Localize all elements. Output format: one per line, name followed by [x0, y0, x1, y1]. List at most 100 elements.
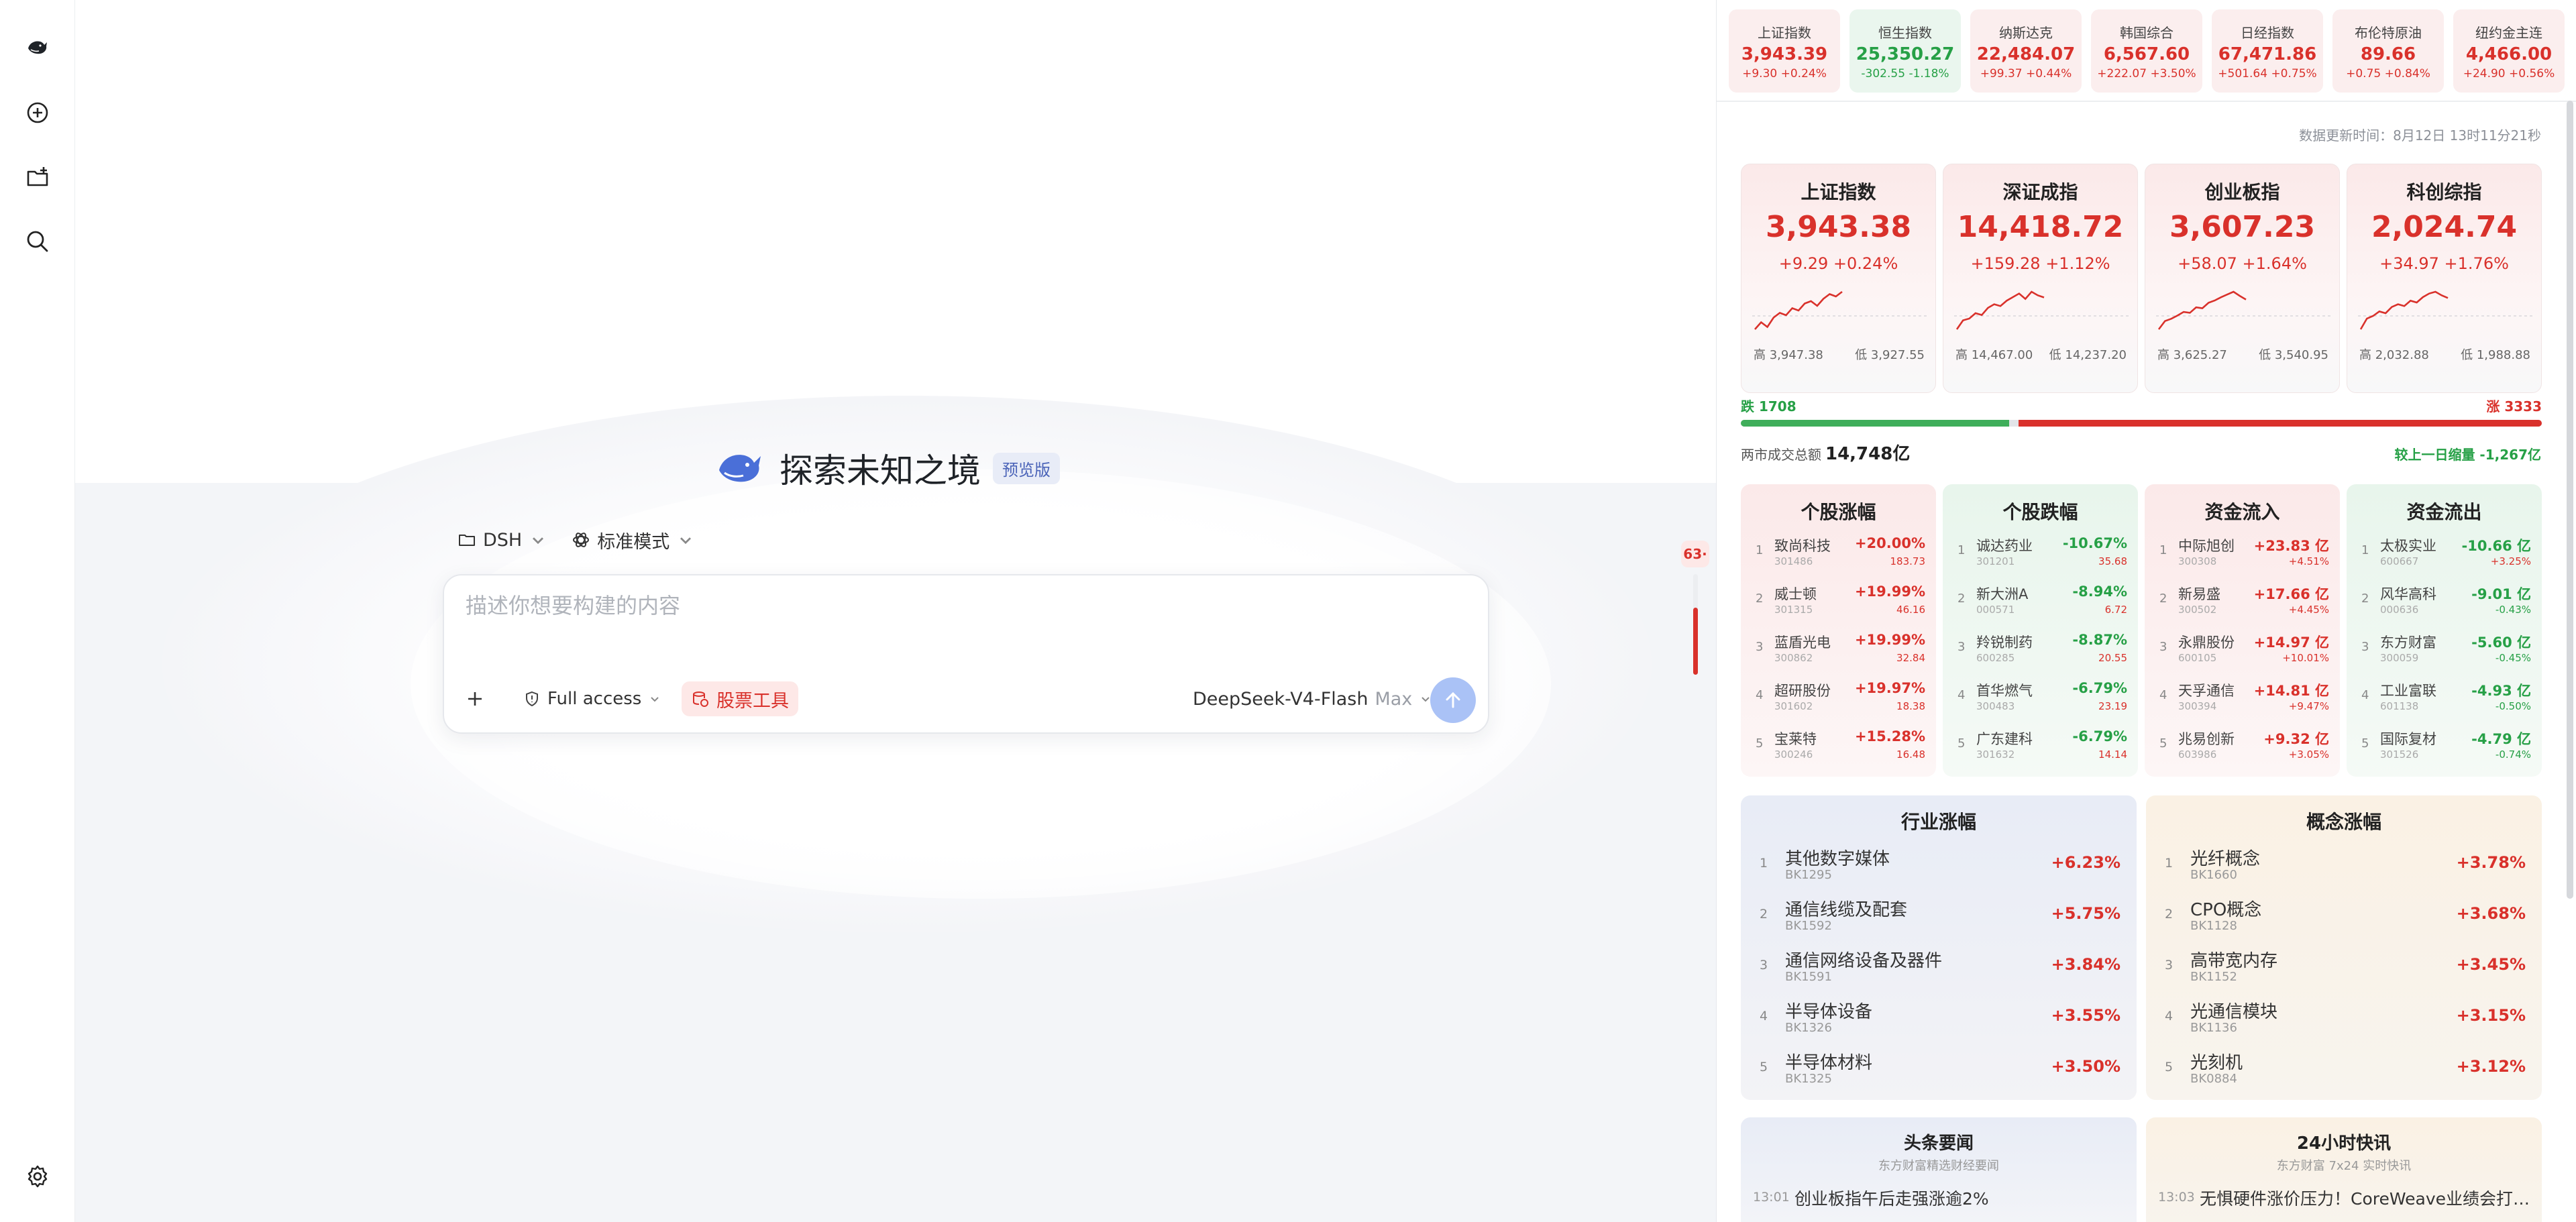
stock-row[interactable]: 5 兆易创新 603986 +9.32 亿 +3.05%: [2145, 720, 2340, 769]
sector-name: 半导体材料: [1785, 1053, 1873, 1073]
stock-secondary-value: 46.16: [1896, 604, 1925, 616]
stock-secondary-value: +4.45%: [2288, 604, 2329, 616]
index-card[interactable]: 创业板指 3,607.23 +58.07 +1.64% 高 3,625.27 低 3,5…: [2145, 164, 2340, 393]
sector-row[interactable]: 3 高带宽内存 BK1152 +3.45%: [2146, 940, 2542, 991]
sector-row[interactable]: 5 半导体材料 BK1325 +3.50%: [1741, 1042, 2137, 1093]
chevron-down-icon: [533, 537, 544, 545]
ticker-change-abs: +222.07: [2097, 66, 2147, 80]
sector-row[interactable]: 2 CPO概念 BK1128 +3.68%: [2146, 889, 2542, 940]
prompt-input[interactable]: [466, 593, 1405, 618]
stock-code: 301526: [2380, 748, 2419, 761]
access-label: Full access: [547, 689, 642, 709]
stock-name: 超研股份: [1774, 683, 1831, 699]
stock-row[interactable]: 1 中际旭创 300308 +23.83 亿 +4.51%: [2145, 527, 2340, 575]
ticker-change: -302.55 -1.18%: [1861, 67, 1949, 80]
sector-card: 行业涨幅 1 其他数字媒体 BK1295 +6.23% 2 通信线缆及配套 BK1592 +5.…: [1741, 795, 2137, 1100]
stock-row[interactable]: 4 天孚通信 300394 +14.81 亿 +9.47%: [2145, 672, 2340, 720]
stock-code: 603986: [2178, 748, 2217, 761]
index-card[interactable]: 上证指数 3,943.38 +9.29 +0.24% 高 3,947.38 低 3,92…: [1741, 164, 1936, 393]
stock-tool-label: 股票工具: [716, 690, 789, 712]
stock-secondary-value: +3.25%: [2490, 555, 2531, 567]
sector-row[interactable]: 1 光纤概念 BK1660 +3.78%: [2146, 838, 2542, 889]
stock-row[interactable]: 5 宝莱特 300246 +15.28% 16.48: [1741, 720, 1936, 769]
sector-row[interactable]: 3 通信网络设备及器件 BK1591 +3.84%: [1741, 940, 2137, 991]
access-selector[interactable]: Full access: [523, 683, 661, 715]
stock-row[interactable]: 1 太极实业 600667 -10.66 亿 +3.25%: [2347, 527, 2542, 575]
index-cards: 上证指数 3,943.38 +9.29 +0.24% 高 3,947.38 低 3,92…: [1741, 164, 2542, 393]
stock-row[interactable]: 3 蓝盾光电 300862 +19.99% 32.84: [1741, 624, 1936, 672]
news-headline[interactable]: 创业板指午后走强涨逾2%: [1794, 1186, 2137, 1210]
ticker-card[interactable]: 纳斯达克 22,484.07 +99.37 +0.44%: [1970, 9, 2082, 93]
stock-code: 300862: [1774, 652, 1813, 664]
index-change: +58.07 +1.64%: [2145, 254, 2339, 273]
index-change-pct: +0.24%: [1833, 254, 1898, 273]
project-selector[interactable]: DSH: [458, 530, 547, 551]
ticker-card[interactable]: 上证指数 3,943.39 +9.30 +0.24%: [1729, 9, 1840, 93]
sector-title: 行业涨幅: [1900, 811, 1976, 833]
scroll-thumb[interactable]: [1693, 608, 1698, 675]
ticker-card[interactable]: 纽约金主连 4,466.00 +24.90 +0.56%: [2453, 9, 2565, 93]
sector-change: +5.75%: [2051, 904, 2121, 923]
stock-code: 300483: [1976, 700, 2015, 712]
model-selector[interactable]: DeepSeek-V4-Flash Max: [1193, 683, 1432, 715]
preview-badge: 预览版: [993, 452, 1060, 484]
stock-row[interactable]: 2 威士顿 301315 +19.99% 46.16: [1741, 575, 1936, 624]
stock-secondary-value: -0.45%: [2495, 652, 2531, 664]
stock-primary-value: +23.83 亿: [2253, 538, 2329, 554]
stock-row[interactable]: 2 风华高科 000636 -9.01 亿 -0.43%: [2347, 575, 2542, 624]
scroll-indicator[interactable]: 63·: [1681, 534, 1715, 681]
stock-secondary-value: 18.38: [1896, 700, 1925, 712]
stock-row[interactable]: 4 超研股份 301602 +19.97% 18.38: [1741, 672, 1936, 720]
chevron-down-icon: [680, 537, 692, 545]
stock-row[interactable]: 1 致尚科技 301486 +20.00% 183.73: [1741, 527, 1936, 575]
ticker-change-pct: -1.18%: [1909, 66, 1949, 80]
stock-row[interactable]: 3 永鼎股份 600105 +14.97 亿 +10.01%: [2145, 624, 2340, 672]
ticker-card[interactable]: 恒生指数 25,350.27 -302.55 -1.18%: [1849, 9, 1961, 93]
stock-row[interactable]: 3 羚锐制药 600285 -8.87% 20.55: [1943, 624, 2138, 672]
news-subtitle: 东方财富精选财经要闻: [1878, 1159, 1999, 1173]
news-headline[interactable]: 无惧硬件涨价压力！CoreWeave业绩会打消...: [2200, 1186, 2542, 1210]
stock-code: 300308: [2178, 555, 2217, 567]
ticker-change-pct: +0.44%: [2026, 66, 2072, 80]
ticker-card[interactable]: 布伦特原油 89.66 +0.75 +0.84%: [2332, 9, 2444, 93]
ticker-card[interactable]: 韩国综合 6,567.60 +222.07 +3.50%: [2091, 9, 2202, 93]
panel-scrollbar[interactable]: [2567, 101, 2573, 899]
sector-row[interactable]: 4 半导体设备 BK1326 +3.55%: [1741, 991, 2137, 1042]
stock-row[interactable]: 4 首华燃气 300483 -6.79% 23.19: [1943, 672, 2138, 720]
index-name: 上证指数: [1801, 181, 1876, 203]
mode-selector[interactable]: 标准模式: [572, 527, 695, 553]
search-icon[interactable]: [19, 223, 56, 260]
rank: 5: [1957, 736, 1966, 751]
sector-row[interactable]: 1 其他数字媒体 BK1295 +6.23%: [1741, 838, 2137, 889]
index-card[interactable]: 深证成指 14,418.72 +159.28 +1.12% 高 14,467.00 低 …: [1943, 164, 2138, 393]
new-chat-icon[interactable]: [19, 94, 56, 131]
stock-row[interactable]: 2 新大洲A 000571 -8.94% 6.72: [1943, 575, 2138, 624]
stock-row[interactable]: 2 新易盛 300502 +17.66 亿 +4.45%: [2145, 575, 2340, 624]
stock-primary-value: -4.79 亿: [2471, 731, 2531, 747]
sector-row[interactable]: 5 光刻机 BK0884 +3.12%: [2146, 1042, 2542, 1093]
whale-logo-icon[interactable]: [19, 28, 56, 66]
ticker-card[interactable]: 日经指数 67,471.86 +501.64 +0.75%: [2212, 9, 2323, 93]
sector-row[interactable]: 4 光通信模块 BK1136 +3.15%: [2146, 991, 2542, 1042]
stock-secondary-value: 16.48: [1896, 748, 1925, 761]
send-button[interactable]: [1430, 677, 1476, 723]
ticker-price: 6,567.60: [2103, 44, 2190, 64]
stock-name: 中际旭创: [2178, 538, 2235, 554]
sector-code: BK1591: [1785, 970, 1832, 984]
stock-primary-value: -5.60 亿: [2471, 634, 2531, 651]
settings-icon[interactable]: [19, 1158, 56, 1195]
stock-row[interactable]: 1 诚达药业 301201 -10.67% 35.68: [1943, 527, 2138, 575]
stock-row[interactable]: 3 东方财富 300059 -5.60 亿 -0.45%: [2347, 624, 2542, 672]
new-project-icon[interactable]: [19, 158, 56, 196]
stock-code: 301201: [1976, 555, 2015, 567]
attach-button[interactable]: [458, 681, 492, 716]
stock-row[interactable]: 5 国际复材 301526 -4.79 亿 -0.74%: [2347, 720, 2542, 769]
sector-code: BK1325: [1785, 1072, 1832, 1086]
stock-tool-button[interactable]: 股票工具: [682, 681, 798, 716]
stock-row[interactable]: 4 工业富联 601138 -4.93 亿 -0.50%: [2347, 672, 2542, 720]
divider: [1717, 101, 2576, 102]
index-low: 低 3,540.95: [2259, 348, 2328, 362]
sector-row[interactable]: 2 通信线缆及配套 BK1592 +5.75%: [1741, 889, 2137, 940]
index-card[interactable]: 科创综指 2,024.74 +34.97 +1.76% 高 2,032.88 低 1,9…: [2347, 164, 2542, 393]
stock-row[interactable]: 5 广东建科 301632 -6.79% 14.14: [1943, 720, 2138, 769]
